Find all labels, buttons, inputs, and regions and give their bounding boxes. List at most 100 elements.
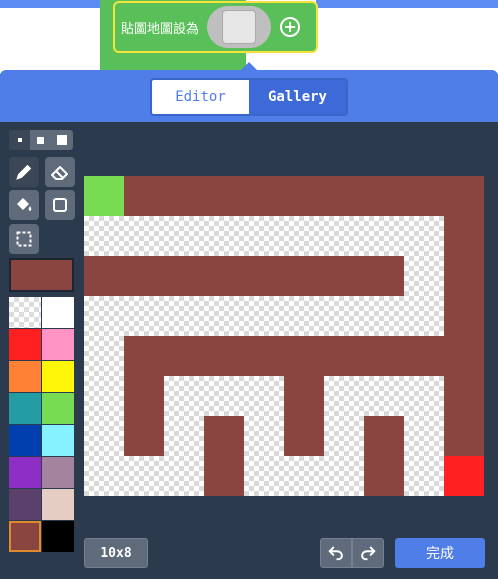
tile-cell[interactable] — [284, 456, 324, 496]
color-swatch[interactable] — [42, 329, 74, 360]
tile-cell[interactable] — [164, 336, 204, 376]
tile-cell[interactable] — [124, 176, 164, 216]
tile-cell[interactable] — [84, 176, 124, 216]
tile-cell[interactable] — [164, 296, 204, 336]
color-swatch[interactable] — [42, 361, 74, 392]
tile-cell[interactable] — [204, 376, 244, 416]
tile-cell[interactable] — [364, 176, 404, 216]
tile-cell[interactable] — [324, 416, 364, 456]
tile-cell[interactable] — [364, 336, 404, 376]
tile-cell[interactable] — [364, 216, 404, 256]
tile-cell[interactable] — [364, 456, 404, 496]
tilemap-thumbnail[interactable] — [207, 6, 272, 48]
tile-cell[interactable] — [84, 336, 124, 376]
tile-cell[interactable] — [204, 336, 244, 376]
tile-cell[interactable] — [124, 336, 164, 376]
tile-cell[interactable] — [244, 176, 284, 216]
tile-cell[interactable] — [284, 336, 324, 376]
tile-cell[interactable] — [204, 416, 244, 456]
tile-cell[interactable] — [84, 456, 124, 496]
tile-cell[interactable] — [364, 416, 404, 456]
undo-button[interactable] — [320, 538, 352, 568]
tile-cell[interactable] — [124, 296, 164, 336]
eraser-tool[interactable] — [45, 157, 75, 187]
color-swatch[interactable] — [42, 425, 74, 456]
tile-cell[interactable] — [284, 216, 324, 256]
color-swatch[interactable] — [9, 425, 41, 456]
tile-cell[interactable] — [164, 376, 204, 416]
set-tilemap-block[interactable]: 貼圖地圖設為 + — [113, 1, 318, 53]
tile-cell[interactable] — [164, 416, 204, 456]
tile-cell[interactable] — [124, 216, 164, 256]
tile-cell[interactable] — [284, 416, 324, 456]
tile-cell[interactable] — [444, 376, 484, 416]
tile-cell[interactable] — [124, 416, 164, 456]
color-swatch[interactable] — [42, 393, 74, 424]
tile-cell[interactable] — [404, 256, 444, 296]
tile-cell[interactable] — [284, 256, 324, 296]
tile-cell[interactable] — [444, 456, 484, 496]
canvas-size-button[interactable]: 10x8 — [84, 538, 148, 568]
tile-cell[interactable] — [204, 296, 244, 336]
tile-cell[interactable] — [404, 456, 444, 496]
tile-cell[interactable] — [404, 176, 444, 216]
tile-cell[interactable] — [284, 296, 324, 336]
rectangle-tool[interactable] — [45, 190, 75, 220]
color-swatch[interactable] — [42, 489, 74, 520]
tile-cell[interactable] — [324, 296, 364, 336]
tile-cell[interactable] — [164, 216, 204, 256]
tile-cell[interactable] — [444, 296, 484, 336]
redo-button[interactable] — [352, 538, 384, 568]
fill-tool[interactable] — [9, 190, 39, 220]
tile-cell[interactable] — [324, 376, 364, 416]
tile-cell[interactable] — [244, 456, 284, 496]
marquee-tool[interactable] — [9, 224, 39, 254]
brush-size-small[interactable] — [9, 130, 31, 150]
tile-cell[interactable] — [244, 296, 284, 336]
pencil-tool[interactable] — [9, 157, 39, 187]
color-swatch[interactable] — [9, 457, 41, 488]
tile-cell[interactable] — [124, 376, 164, 416]
tile-cell[interactable] — [404, 336, 444, 376]
tile-cell[interactable] — [364, 256, 404, 296]
color-swatch[interactable] — [9, 361, 41, 392]
tile-cell[interactable] — [84, 296, 124, 336]
tile-cell[interactable] — [324, 456, 364, 496]
tile-cell[interactable] — [284, 376, 324, 416]
color-swatch[interactable] — [42, 297, 74, 328]
tile-cell[interactable] — [244, 416, 284, 456]
tile-cell[interactable] — [444, 216, 484, 256]
tile-cell[interactable] — [84, 216, 124, 256]
done-button[interactable]: 完成 — [395, 538, 485, 568]
plus-circle-icon[interactable]: + — [280, 17, 301, 37]
tile-cell[interactable] — [404, 416, 444, 456]
tile-cell[interactable] — [164, 256, 204, 296]
tile-cell[interactable] — [204, 256, 244, 296]
color-swatch[interactable] — [9, 297, 41, 328]
tile-cell[interactable] — [444, 336, 484, 376]
tile-cell[interactable] — [444, 256, 484, 296]
color-swatch[interactable] — [42, 457, 74, 488]
tile-cell[interactable] — [244, 376, 284, 416]
tile-cell[interactable] — [124, 256, 164, 296]
brush-size-medium[interactable] — [30, 130, 51, 150]
tile-cell[interactable] — [324, 216, 364, 256]
color-swatch[interactable] — [9, 393, 41, 424]
tile-cell[interactable] — [444, 416, 484, 456]
tile-cell[interactable] — [324, 176, 364, 216]
tile-cell[interactable] — [204, 176, 244, 216]
tile-cell[interactable] — [244, 256, 284, 296]
tab-gallery[interactable]: Gallery — [249, 80, 346, 114]
tile-cell[interactable] — [364, 296, 404, 336]
tile-cell[interactable] — [324, 336, 364, 376]
tile-cell[interactable] — [364, 376, 404, 416]
tile-cell[interactable] — [284, 176, 324, 216]
color-swatch[interactable] — [9, 521, 41, 552]
tile-cell[interactable] — [404, 376, 444, 416]
tile-cell[interactable] — [204, 216, 244, 256]
tile-cell[interactable] — [84, 376, 124, 416]
tile-cell[interactable] — [244, 216, 284, 256]
tile-cell[interactable] — [84, 256, 124, 296]
tile-cell[interactable] — [164, 176, 204, 216]
color-swatch[interactable] — [9, 329, 41, 360]
